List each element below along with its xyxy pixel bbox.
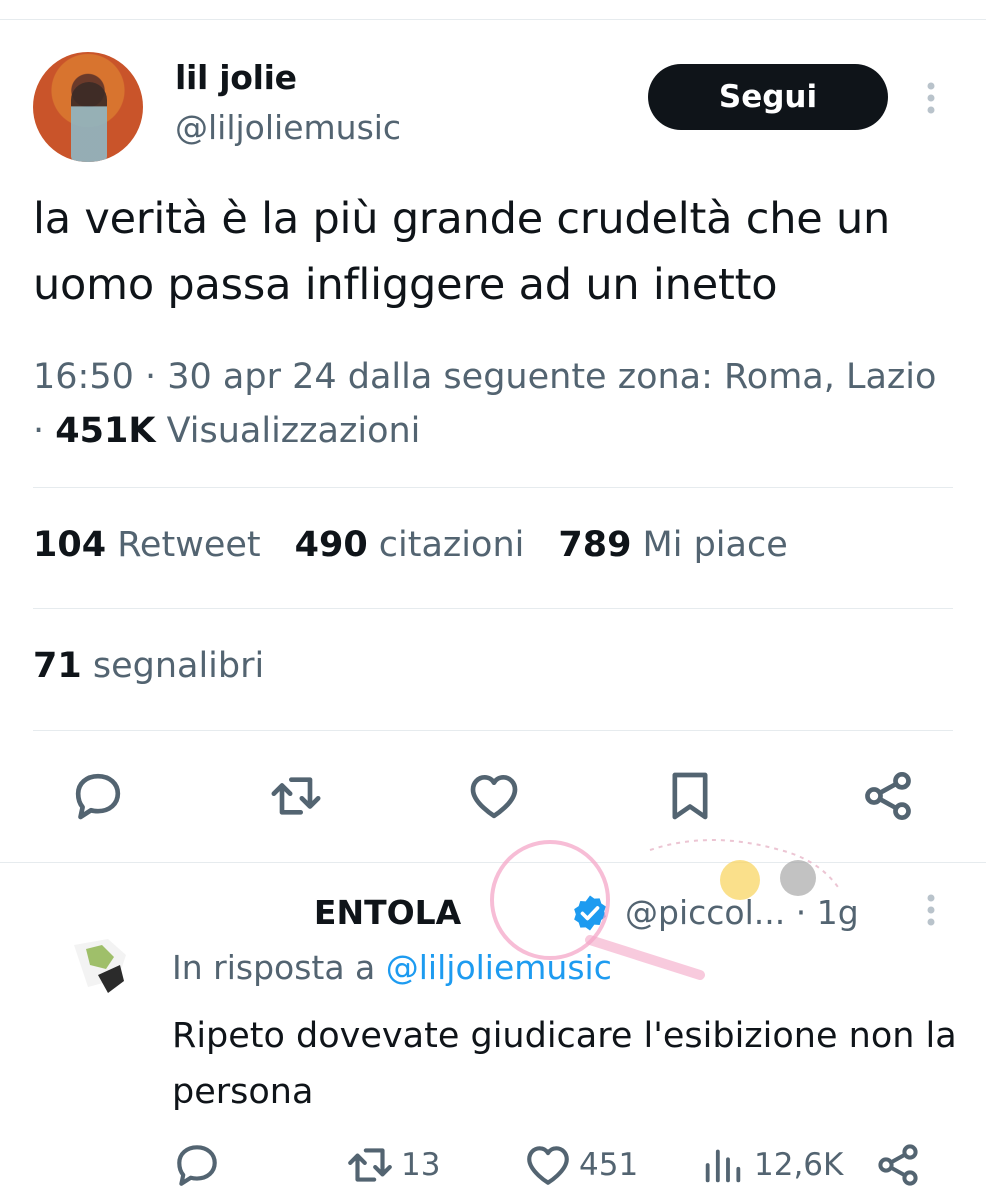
reply-reply-action[interactable] [172,1140,222,1190]
in-reply-mention[interactable]: @liljoliemusic [386,948,612,987]
in-reply-to: In risposta a @liljoliemusic [172,948,612,987]
reply-author-avatar[interactable] [68,935,132,999]
reply-retweet-action[interactable]: 13 [345,1140,440,1190]
top-divider [0,19,986,20]
views-chart-icon [705,1149,741,1183]
quotes-label: citazioni [367,525,525,565]
reply-handle-text: @piccol... [625,893,786,932]
share-icon[interactable] [860,768,916,824]
reply-text: Ripeto dovevate giudicare l'esibizione n… [172,1016,957,1112]
reply-more-options-icon[interactable] [917,890,945,930]
bookmarks-label: segnalibri [81,646,265,686]
likes-count: 789 [558,525,632,565]
like-icon[interactable] [466,768,522,824]
follow-button[interactable]: Segui [648,64,888,130]
share-icon [878,1144,918,1186]
reply-views-count: 12,6K [754,1147,844,1183]
retweet-icon [348,1148,392,1182]
reply-share-action[interactable] [874,1140,922,1190]
divider [33,487,953,488]
reply-author-name[interactable]: ENTOLA [245,893,461,932]
like-icon [527,1146,569,1185]
reply-like-action[interactable]: 451 [523,1140,638,1190]
retweets-label: Retweet [106,525,261,565]
bookmarks-stat[interactable]: 71 segnalibri [33,646,264,686]
section-divider [0,862,986,863]
author-avatar[interactable] [33,52,143,162]
likes-label: Mi piace [631,525,788,565]
views-label: Visualizzazioni [155,411,421,451]
verified-badge-icon [574,895,606,931]
more-options-icon[interactable] [917,78,945,118]
bookmark-icon[interactable] [662,768,718,824]
tweet-meta: 16:50 · 30 apr 24 dalla seguente zona: R… [33,350,943,458]
reply-author-handle[interactable]: @piccol... · 1g [625,893,859,932]
divider [33,730,953,731]
reply-icon[interactable] [70,768,126,824]
quotes-count: 490 [294,525,368,565]
author-handle[interactable]: @liljoliemusic [175,108,401,147]
author-name[interactable]: lil jolie [175,58,297,97]
reply-time: · 1g [795,893,859,932]
divider [33,608,953,609]
in-reply-prefix: In risposta a [172,948,386,987]
quotes-stat[interactable]: 490 citazioni [295,525,525,565]
reply-views-action[interactable]: 12,6K [700,1140,843,1190]
retweets-stat[interactable]: 104 Retweet [33,525,261,565]
bookmarks-count: 71 [33,646,82,686]
retweets-count: 104 [33,525,107,565]
reply-icon [177,1145,217,1186]
reply-retweets-count: 13 [401,1147,441,1183]
likes-stat[interactable]: 789 Mi piace [558,525,787,565]
reply-likes-count: 451 [579,1147,639,1183]
retweet-icon[interactable] [268,768,324,824]
engagement-stats: 104 Retweet 490 citazioni 789 Mi piace [33,525,788,565]
tweet-text: la verità è la più grande crudeltà che u… [33,194,891,310]
views-count: 451K [55,411,156,451]
